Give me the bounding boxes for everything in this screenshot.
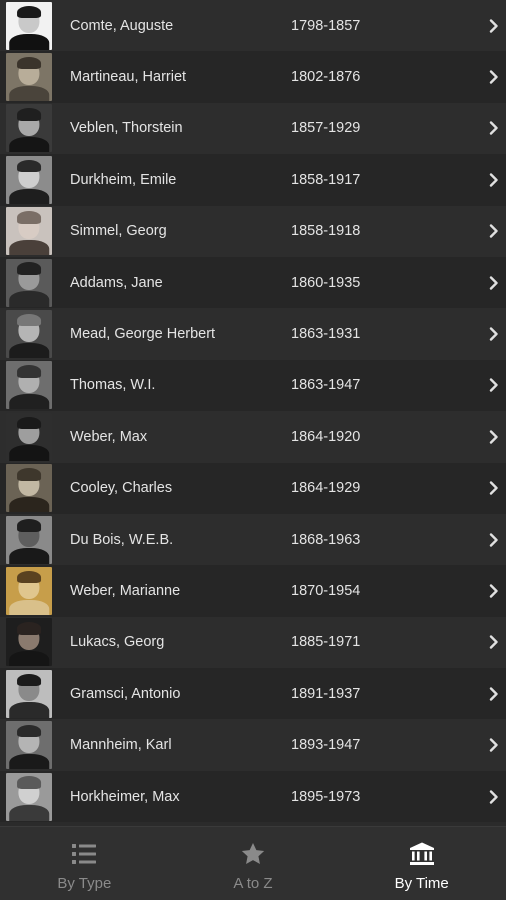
life-years: 1863-1931 — [291, 326, 361, 343]
list-item[interactable]: Mead, George Herbert 1863-1931 — [0, 308, 506, 360]
life-years: 1895-1973 — [291, 788, 361, 805]
list-item[interactable]: Horkheimer, Max 1895-1973 — [0, 770, 506, 823]
portrait-thumbnail — [6, 53, 52, 102]
star-icon — [240, 841, 266, 867]
life-years: 1864-1920 — [291, 428, 361, 445]
chevron-right-icon — [488, 481, 500, 495]
list-item[interactable]: Martineau, Harriet 1802-1876 — [0, 51, 506, 103]
tab-label: A to Z — [233, 875, 273, 892]
portrait-thumbnail — [6, 1, 52, 50]
list-item[interactable]: Mannheim, Karl 1893-1947 — [0, 719, 506, 771]
life-years: 1891-1937 — [291, 685, 361, 702]
list-item[interactable]: Weber, Max 1864-1920 — [0, 411, 506, 463]
chevron-right-icon — [488, 378, 500, 393]
chevron-right-icon — [488, 275, 500, 290]
tab-label: By Time — [394, 875, 449, 892]
sociologist-list: Comte, Auguste 1798-1857 Martineau, Harrie… — [0, 0, 506, 826]
chevron-right-icon — [488, 584, 500, 598]
list-item[interactable]: Addams, Jane 1860-1935 — [0, 256, 506, 309]
tab-a-to-z[interactable]: A to Z — [169, 827, 338, 900]
chevron-right-icon — [488, 635, 500, 650]
portrait-thumbnail — [6, 566, 52, 615]
chevron-right-icon — [488, 18, 500, 33]
life-years: 1863-1947 — [291, 377, 361, 394]
list-icon — [71, 841, 97, 867]
portrait-thumbnail — [6, 207, 52, 256]
person-name: Cooley, Charles — [70, 480, 173, 497]
list-item[interactable]: Weber, Marianne 1870-1954 — [0, 565, 506, 617]
portrait-thumbnail — [6, 515, 52, 564]
person-name: Du Bois, W.E.B. — [70, 531, 174, 548]
life-years: 1858-1917 — [291, 171, 361, 188]
portrait-thumbnail — [6, 155, 52, 204]
list-item[interactable]: Comte, Auguste 1798-1857 — [0, 0, 506, 52]
person-name: Mannheim, Karl — [70, 737, 172, 754]
list-item[interactable]: Thomas, W.I. 1863-1947 — [0, 359, 506, 412]
life-years: 1870-1954 — [291, 582, 361, 599]
life-years: 1857-1929 — [291, 120, 361, 137]
portrait-thumbnail — [6, 618, 52, 667]
person-name: Martineau, Harriet — [70, 69, 187, 86]
life-years: 1858-1918 — [291, 223, 361, 240]
portrait-thumbnail — [6, 412, 52, 461]
chevron-right-icon — [488, 430, 500, 444]
chevron-right-icon — [488, 121, 500, 136]
person-name: Gramsci, Antonio — [70, 685, 181, 702]
museum-icon — [409, 841, 435, 867]
chevron-right-icon — [488, 687, 500, 701]
chevron-right-icon — [488, 532, 500, 547]
person-name: Comte, Auguste — [70, 17, 174, 34]
chevron-right-icon — [488, 70, 500, 84]
bottom-tab-bar: By Type A to Z By Time — [0, 826, 506, 900]
life-years: 1864-1929 — [291, 480, 361, 497]
chevron-right-icon — [488, 738, 500, 752]
portrait-thumbnail — [6, 104, 52, 153]
portrait-thumbnail — [6, 464, 52, 513]
person-name: Horkheimer, Max — [70, 788, 180, 805]
list-item[interactable]: Simmel, Georg 1858-1918 — [0, 205, 506, 257]
life-years: 1893-1947 — [291, 737, 361, 754]
portrait-thumbnail — [6, 258, 52, 307]
life-years: 1885-1971 — [291, 634, 361, 651]
portrait-thumbnail — [6, 772, 52, 821]
person-name: Thomas, W.I. — [70, 377, 156, 394]
portrait-thumbnail — [6, 361, 52, 410]
list-item[interactable]: Du Bois, W.E.B. 1868-1963 — [0, 513, 506, 566]
person-name: Mead, George Herbert — [70, 326, 216, 343]
person-name: Simmel, Georg — [70, 223, 167, 240]
list-item[interactable]: Durkheim, Emile 1858-1917 — [0, 154, 506, 206]
life-years: 1798-1857 — [291, 17, 361, 34]
person-name: Addams, Jane — [70, 274, 163, 291]
person-name: Weber, Max — [70, 428, 148, 445]
list-item[interactable]: Gramsci, Antonio 1891-1937 — [0, 668, 506, 720]
list-item[interactable]: Veblen, Thorstein 1857-1929 — [0, 102, 506, 155]
person-name: Durkheim, Emile — [70, 171, 177, 188]
life-years: 1860-1935 — [291, 274, 361, 291]
tab-by-type[interactable]: By Type — [0, 827, 169, 900]
list-item[interactable]: Lukacs, Georg 1885-1971 — [0, 616, 506, 669]
person-name: Veblen, Thorstein — [70, 120, 183, 137]
chevron-right-icon — [488, 327, 500, 341]
chevron-right-icon — [488, 224, 500, 238]
person-name: Lukacs, Georg — [70, 634, 165, 651]
life-years: 1802-1876 — [291, 69, 361, 86]
person-name: Weber, Marianne — [70, 582, 181, 599]
life-years: 1868-1963 — [291, 531, 361, 548]
portrait-thumbnail — [6, 721, 52, 770]
tab-by-time[interactable]: By Time — [337, 827, 506, 900]
portrait-thumbnail — [6, 310, 52, 359]
chevron-right-icon — [488, 173, 500, 187]
chevron-right-icon — [488, 789, 500, 804]
portrait-thumbnail — [6, 669, 52, 718]
tab-label: By Type — [57, 875, 112, 892]
list-item[interactable]: Cooley, Charles 1864-1929 — [0, 462, 506, 514]
